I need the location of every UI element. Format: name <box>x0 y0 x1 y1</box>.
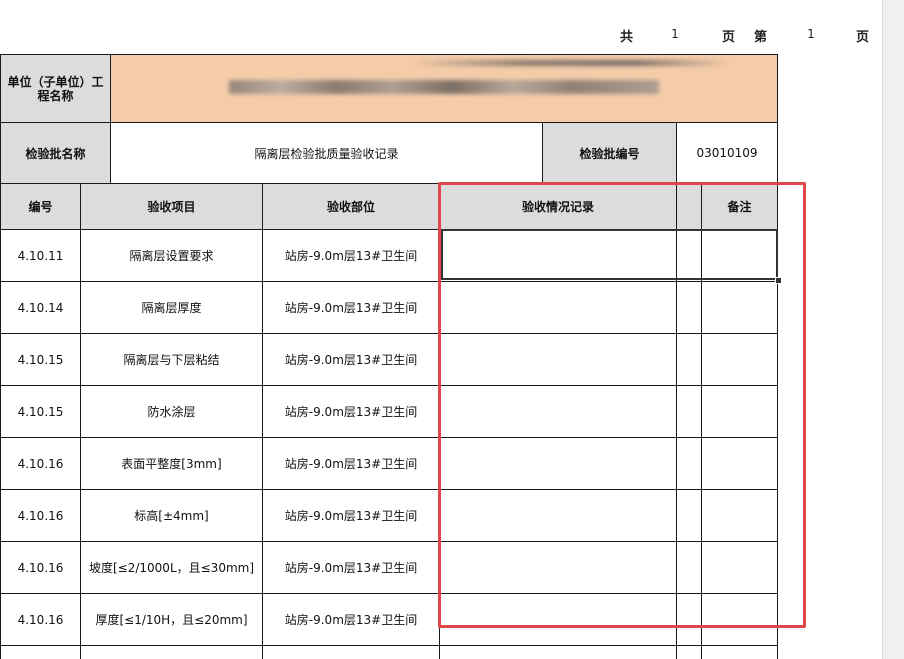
row-no[interactable]: 4.10.16 <box>0 489 81 542</box>
row-remark[interactable] <box>701 593 778 646</box>
row-location[interactable]: 站房-9.0m层13#卫生间 <box>262 437 440 490</box>
row-record[interactable] <box>439 437 677 490</box>
table-row: 4.10.16 坡度[≤2/1000L，且≤30mm] 站房-9.0m层13#卫… <box>0 541 778 594</box>
row-record[interactable] <box>439 385 677 438</box>
row-record[interactable] <box>439 489 677 542</box>
row-location[interactable]: 站房-9.0m层13#卫生间 <box>262 229 440 282</box>
row-gap[interactable] <box>676 333 702 386</box>
row-gap[interactable] <box>676 385 702 438</box>
unit-name-label-text: 单位（子单位）工程名称 <box>7 74 104 103</box>
row-item[interactable]: 防水涂层 <box>80 385 263 438</box>
row-item[interactable]: 厚度[≤1/10H，且≤20mm] <box>80 593 263 646</box>
batch-name-value[interactable]: 隔离层检验批质量验收记录 <box>110 122 543 184</box>
table-row: 4.10.15 防水涂层 站房-9.0m层13#卫生间 <box>0 385 778 438</box>
row-remark[interactable] <box>701 437 778 490</box>
col-header-location[interactable]: 验收部位 <box>262 183 440 230</box>
row-location[interactable]: 站房-9.0m层13#卫生间 <box>262 385 440 438</box>
row-gap[interactable] <box>676 541 702 594</box>
col-header-record[interactable]: 验收情况记录 <box>439 183 677 230</box>
table-row: 4.10.11 隔离层设置要求 站房-9.0m层13#卫生间 <box>0 229 778 282</box>
row-record[interactable] <box>439 593 677 646</box>
row-gap[interactable] <box>676 229 702 282</box>
current-label: 第 <box>754 30 768 45</box>
page-counter: 共 1 页 第 1 页 <box>0 0 882 54</box>
row-remark[interactable] <box>701 281 778 334</box>
current-page-cell[interactable]: 1 <box>778 22 844 46</box>
window-right-gutter <box>882 0 904 659</box>
row-location[interactable] <box>262 645 440 659</box>
batch-no-value[interactable]: 03010109 <box>676 122 778 184</box>
row-record[interactable] <box>439 229 677 282</box>
total-label: 共 <box>620 30 634 45</box>
table-row: 4.10.16 表面平整度[3mm] 站房-9.0m层13#卫生间 <box>0 437 778 490</box>
row-no[interactable]: 4.10.14 <box>0 281 81 334</box>
table-row <box>0 645 778 659</box>
total-pages-cell[interactable]: 1 <box>644 22 706 46</box>
row-location[interactable]: 站房-9.0m层13#卫生间 <box>262 333 440 386</box>
row-no[interactable]: 4.10.11 <box>0 229 81 282</box>
batch-name-label[interactable]: 检验批名称 <box>0 122 111 184</box>
row-record[interactable] <box>439 333 677 386</box>
row-record[interactable] <box>439 281 677 334</box>
row-location[interactable]: 站房-9.0m层13#卫生间 <box>262 593 440 646</box>
row-no[interactable]: 4.10.15 <box>0 333 81 386</box>
row-remark[interactable] <box>701 645 778 659</box>
row-item[interactable]: 坡度[≤2/1000L，且≤30mm] <box>80 541 263 594</box>
table-row: 4.10.16 标高[±4mm] 站房-9.0m层13#卫生间 <box>0 489 778 542</box>
col-header-gap[interactable] <box>676 183 702 230</box>
row-item[interactable]: 标高[±4mm] <box>80 489 263 542</box>
table-row: 4.10.16 厚度[≤1/10H，且≤20mm] 站房-9.0m层13#卫生间 <box>0 593 778 646</box>
row-item[interactable]: 表面平整度[3mm] <box>80 437 263 490</box>
row-item[interactable]: 隔离层厚度 <box>80 281 263 334</box>
redacted-project-name <box>229 80 659 94</box>
row-remark[interactable] <box>701 541 778 594</box>
row-gap[interactable] <box>676 489 702 542</box>
row-record[interactable] <box>439 645 677 659</box>
table-row: 4.10.14 隔离层厚度 站房-9.0m层13#卫生间 <box>0 281 778 334</box>
col-header-no[interactable]: 编号 <box>0 183 81 230</box>
row-item[interactable] <box>80 645 263 659</box>
inspection-record-table: 单位（子单位）工程名称 检验批名称 隔离层检验批质量验收记录 检验批编号 030… <box>0 54 778 659</box>
row-no[interactable]: 4.10.16 <box>0 541 81 594</box>
batch-no-label[interactable]: 检验批编号 <box>542 122 677 184</box>
page-suffix: 页 <box>856 30 870 45</box>
col-header-item[interactable]: 验收项目 <box>80 183 263 230</box>
row-gap[interactable] <box>676 281 702 334</box>
row-location[interactable]: 站房-9.0m层13#卫生间 <box>262 489 440 542</box>
col-header-remark[interactable]: 备注 <box>701 183 778 230</box>
row-no[interactable] <box>0 645 81 659</box>
row-remark[interactable] <box>701 333 778 386</box>
row-gap[interactable] <box>676 437 702 490</box>
row-record[interactable] <box>439 541 677 594</box>
row-no[interactable]: 4.10.16 <box>0 593 81 646</box>
redaction-smear <box>410 60 730 66</box>
row-remark[interactable] <box>701 489 778 542</box>
row-gap[interactable] <box>676 645 702 659</box>
row-item[interactable]: 隔离层与下层粘结 <box>80 333 263 386</box>
page-label: 页 <box>722 30 736 45</box>
row-gap[interactable] <box>676 593 702 646</box>
row-remark[interactable] <box>701 385 778 438</box>
row-remark[interactable] <box>701 229 778 282</box>
row-no[interactable]: 4.10.15 <box>0 385 81 438</box>
row-location[interactable]: 站房-9.0m层13#卫生间 <box>262 281 440 334</box>
row-location[interactable]: 站房-9.0m层13#卫生间 <box>262 541 440 594</box>
row-item[interactable]: 隔离层设置要求 <box>80 229 263 282</box>
unit-name-label[interactable]: 单位（子单位）工程名称 <box>0 54 111 123</box>
row-no[interactable]: 4.10.16 <box>0 437 81 490</box>
spreadsheet-sheet: 共 1 页 第 1 页 单位（子单位）工程名称 检验批名称 隔离层检验批质量验收… <box>0 0 882 659</box>
table-row: 4.10.15 隔离层与下层粘结 站房-9.0m层13#卫生间 <box>0 333 778 386</box>
